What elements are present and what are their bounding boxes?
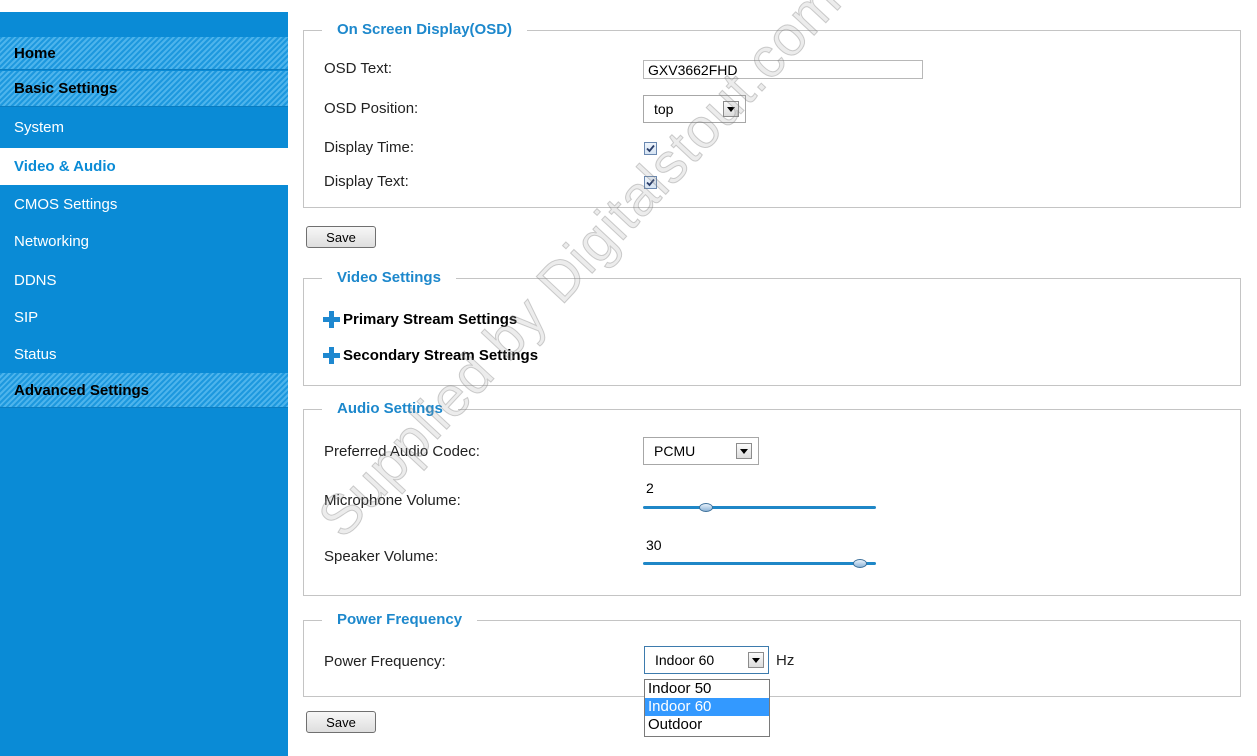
video-legend: Video Settings [322,269,456,287]
osd-position-select[interactable]: top [643,95,746,123]
nav-status-label: Status [14,346,57,363]
nav-cmos-settings[interactable]: CMOS Settings [0,186,288,223]
nav-home[interactable]: Home [0,37,288,70]
nav-networking[interactable]: Networking [0,223,288,260]
power-frequency-unit: Hz [776,652,795,669]
option-indoor-60[interactable]: Indoor 60 [645,698,769,716]
osd-group: On Screen Display(OSD) [303,21,1241,208]
mic-volume-label: Microphone Volume: [324,492,461,509]
audio-legend: Audio Settings [322,400,458,418]
nav-networking-label: Networking [14,233,90,250]
checkmark-icon [646,178,655,187]
power-legend: Power Frequency [322,611,478,629]
nav-basic-settings-label: Basic Settings [14,80,118,97]
nav-ddns-label: DDNS [14,272,57,289]
nav-status[interactable]: Status [0,336,288,373]
display-text-label: Display Text: [324,173,409,190]
power-frequency-select[interactable]: Indoor 60 [644,646,769,674]
plus-icon [323,347,340,364]
osd-position-label: OSD Position: [324,100,419,117]
primary-stream-expander[interactable]: Primary Stream Settings [323,311,517,328]
mic-volume-slider[interactable] [643,506,876,509]
plus-icon [323,311,340,328]
mic-volume-thumb[interactable] [698,503,713,512]
primary-stream-label: Primary Stream Settings [343,311,518,328]
osd-save-button[interactable]: Save [306,226,376,248]
osd-legend: On Screen Display(OSD) [322,21,528,39]
osd-text-input[interactable] [643,60,923,79]
display-time-checkbox[interactable] [644,142,657,155]
osd-text-label: OSD Text: [324,60,393,77]
codec-label: Preferred Audio Codec: [324,443,480,460]
codec-select[interactable]: PCMU [643,437,759,465]
nav-advanced-settings-label: Advanced Settings [14,381,150,399]
speaker-volume-label: Speaker Volume: [324,548,439,565]
power-frequency-dropdown: Indoor 50 Indoor 60 Outdoor [644,679,770,737]
nav-sip-label: SIP [14,309,39,326]
display-text-checkbox[interactable] [644,176,657,189]
power-frequency-label: Power Frequency: [324,653,446,670]
chevron-down-icon [748,652,764,668]
nav-system-label: System [14,119,65,136]
nav-cmos-settings-label: CMOS Settings [14,196,118,213]
osd-position-value: top [654,101,674,117]
speaker-volume-value: 30 [646,537,662,553]
secondary-stream-expander[interactable]: Secondary Stream Settings [323,347,538,364]
chevron-down-icon [723,101,739,117]
power-save-button[interactable]: Save [306,711,376,733]
display-time-label: Display Time: [324,139,415,156]
nav-sip[interactable]: SIP [0,299,288,336]
nav-basic-settings[interactable]: Basic Settings [0,71,288,107]
option-outdoor[interactable]: Outdoor [645,716,769,734]
chevron-down-icon [736,443,752,459]
nav-video-audio-label: Video & Audio [14,158,116,175]
secondary-stream-label: Secondary Stream Settings [343,347,539,364]
codec-value: PCMU [654,443,696,459]
speaker-volume-thumb[interactable] [852,559,867,568]
sidebar: Home Basic Settings System Video & Audio… [0,12,288,756]
nav-ddns[interactable]: DDNS [0,262,288,299]
nav-video-audio[interactable]: Video & Audio [0,148,288,185]
mic-volume-value: 2 [646,480,654,496]
nav-system[interactable]: System [0,109,288,146]
speaker-volume-slider[interactable] [643,562,876,565]
checkmark-icon [646,144,655,153]
video-group: Video Settings [303,269,1241,386]
nav-advanced-settings[interactable]: Advanced Settings [0,373,288,408]
power-frequency-value: Indoor 60 [655,652,715,668]
option-indoor-50[interactable]: Indoor 50 [645,680,769,698]
nav-home-label: Home [14,44,56,62]
